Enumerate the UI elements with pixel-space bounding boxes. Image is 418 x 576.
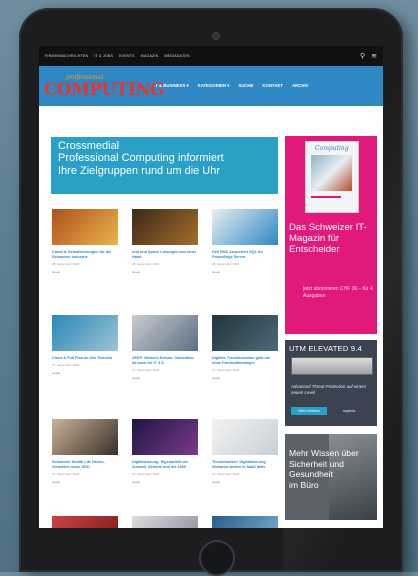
- article-thumbnail[interactable]: [132, 209, 198, 245]
- article-thumbnail[interactable]: [212, 419, 278, 455]
- office-safety-line-4: im Büro: [289, 479, 319, 490]
- article-thumbnail-partial[interactable]: [212, 516, 278, 528]
- article-title[interactable]: Digitalisierung: Eigenarbeit der Zukunft…: [132, 460, 198, 470]
- toplink-magazin[interactable]: MAGAZIN: [141, 54, 159, 58]
- article-read-more[interactable]: Lesen: [212, 376, 278, 380]
- nav-kontakt[interactable]: KONTAKT: [262, 83, 283, 89]
- banner-line-3: Ihre Zielgruppen rund um die Uhr: [58, 164, 221, 177]
- magazine-cover-stripe: [311, 196, 341, 198]
- search-icon[interactable]: ⚲: [360, 53, 365, 60]
- article-card[interactable]: und und Spiele Lösungen aus einer Hand 28…: [132, 209, 198, 274]
- article-card[interactable]: Cisco & Full Plan an den Schulen 27. Sept…: [52, 315, 118, 375]
- article-thumbnail-partial[interactable]: [52, 516, 118, 528]
- article-card[interactable]: Dell EMC kooperiert SQL für PowerEdge Se…: [212, 209, 278, 274]
- article-card[interactable]: Digitale Transformation geht um ohne Fac…: [212, 315, 278, 380]
- article-read-more[interactable]: Lesen: [132, 480, 198, 484]
- article-title[interactable]: Schweizer Health Life Nexus, Gestalten n…: [52, 460, 118, 470]
- article-title[interactable]: Termintracker: Digitalisierung Wokaron w…: [212, 460, 278, 470]
- article-card[interactable]: Digitalisierung: Eigenarbeit der Zukunft…: [132, 419, 198, 484]
- article-thumbnail-partial[interactable]: [132, 516, 198, 528]
- utm-ad-title: UTM ELEVATED 9.4: [289, 344, 362, 353]
- toplink-firmennachrichten[interactable]: FIRMENNACHRICHTEN: [45, 54, 88, 58]
- home-button[interactable]: [199, 540, 235, 576]
- article-thumbnail[interactable]: [212, 209, 278, 245]
- article-read-more[interactable]: Lesen: [212, 270, 278, 274]
- sophos-utm-ad[interactable]: UTM ELEVATED 9.4 Advanced Threat Protect…: [285, 340, 377, 426]
- article-read-more[interactable]: Lesen: [132, 376, 198, 380]
- magazine-cover-image: [311, 155, 352, 191]
- article-card[interactable]: Termintracker: Digitalisierung Wokaron w…: [212, 419, 278, 484]
- crossmedial-banner[interactable]: Crossmedial Professional Computing infor…: [51, 137, 278, 194]
- article-title[interactable]: Cloud & Virtualisierungen für die Schwei…: [52, 250, 118, 260]
- article-read-more[interactable]: Lesen: [52, 480, 118, 484]
- article-card[interactable]: Schweizer Health Life Nexus, Gestalten n…: [52, 419, 118, 484]
- top-link-bar: FIRMENNACHRICHTEN IT & JOBS EVENTS MAGAZ…: [39, 46, 383, 66]
- nav-archiv[interactable]: ARCHIV: [292, 83, 308, 89]
- main-nav: IT & BUSINESS ▾ KATEGORIEN ▾ SUCHE KONTA…: [154, 83, 309, 89]
- magazine-cover: Computing: [305, 141, 359, 213]
- banner-line-2: Professional Computing informiert: [58, 152, 224, 165]
- article-date: 27. September 2018: [212, 368, 240, 372]
- utm-ad-tagline: Advanced Threat Protection auf einem neu…: [291, 384, 366, 395]
- toplink-events[interactable]: EVENTS: [119, 54, 135, 58]
- article-date: 26. September 2018: [132, 472, 160, 476]
- article-read-more[interactable]: Lesen: [52, 371, 118, 375]
- article-title[interactable]: und und Spiele Lösungen aus einer Hand: [132, 250, 198, 260]
- article-thumbnail[interactable]: [132, 419, 198, 455]
- article-read-more[interactable]: Lesen: [52, 270, 118, 274]
- office-safety-text: Mehr Wissen über Sicherheit und Gesundhe…: [289, 448, 359, 490]
- article-date: 26. September 2018: [212, 472, 240, 476]
- utm-appliance-image: [291, 357, 373, 375]
- article-title[interactable]: ZEKF: Welsers Schutz: Innovation ist auc…: [132, 356, 198, 366]
- article-thumbnail[interactable]: [132, 315, 198, 351]
- nav-kategorien[interactable]: KATEGORIEN ▾: [198, 83, 230, 89]
- article-read-more[interactable]: Lesen: [212, 480, 278, 484]
- magazine-ad-offer: jetzt abonnieren CHF 36.– für 4 Ausgaben: [303, 286, 373, 299]
- banner-line-1: Crossmedial: [58, 140, 120, 152]
- article-date: 28. September 2018: [132, 262, 160, 266]
- article-read-more[interactable]: Lesen: [132, 270, 198, 274]
- office-safety-ad[interactable]: Mehr Wissen über Sicherheit und Gesundhe…: [285, 434, 377, 520]
- article-date: 26. September 2018: [52, 472, 80, 476]
- article-date: 27. September 2018: [132, 368, 160, 372]
- article-thumbnail[interactable]: [212, 315, 278, 351]
- article-title[interactable]: Dell EMC kooperiert SQL für PowerEdge Se…: [212, 250, 278, 260]
- magazine-ad[interactable]: Computing Das Schweizer IT-Magazin für E…: [285, 136, 377, 334]
- magazine-ad-headline: Das Schweizer IT-Magazin für Entscheider: [289, 222, 367, 255]
- article-date: 28. September 2018: [212, 262, 240, 266]
- utm-ad-button[interactable]: Mehr erfahren: [291, 407, 327, 415]
- article-title[interactable]: Digitale Transformation geht um ohne Fac…: [212, 356, 278, 366]
- article-date: 27. September 2018: [52, 363, 80, 367]
- article-thumbnail[interactable]: [52, 315, 118, 351]
- article-thumbnail[interactable]: [52, 419, 118, 455]
- article-card[interactable]: Cloud & Virtualisierungen für die Schwei…: [52, 209, 118, 274]
- office-safety-line-3: Gesundheit: [289, 469, 333, 480]
- rss-icon[interactable]: ≋: [371, 53, 377, 60]
- office-safety-line-1: Mehr Wissen über: [289, 448, 359, 458]
- office-safety-line-2: Sicherheit und: [289, 458, 344, 469]
- logo-main: COMPUTING: [44, 80, 165, 100]
- toplink-mediadaten[interactable]: MEDIADATEN: [164, 54, 189, 58]
- article-title[interactable]: Cisco & Full Plan an den Schulen: [52, 356, 118, 361]
- article-date: 28. September 2018: [52, 262, 80, 266]
- utm-ad-brand: sophos: [343, 409, 356, 413]
- site-logo[interactable]: professional COMPUTING: [44, 72, 165, 100]
- article-card[interactable]: ZEKF: Welsers Schutz: Innovation ist auc…: [132, 315, 198, 380]
- site-header: professional COMPUTING IT & BUSINESS ▾ K…: [39, 66, 383, 106]
- magazine-cover-title: Computing: [315, 145, 349, 152]
- toplink-it-jobs[interactable]: IT & JOBS: [94, 54, 113, 58]
- article-thumbnail[interactable]: [52, 209, 118, 245]
- camera-icon: [213, 33, 219, 39]
- nav-suche[interactable]: SUCHE: [238, 83, 253, 89]
